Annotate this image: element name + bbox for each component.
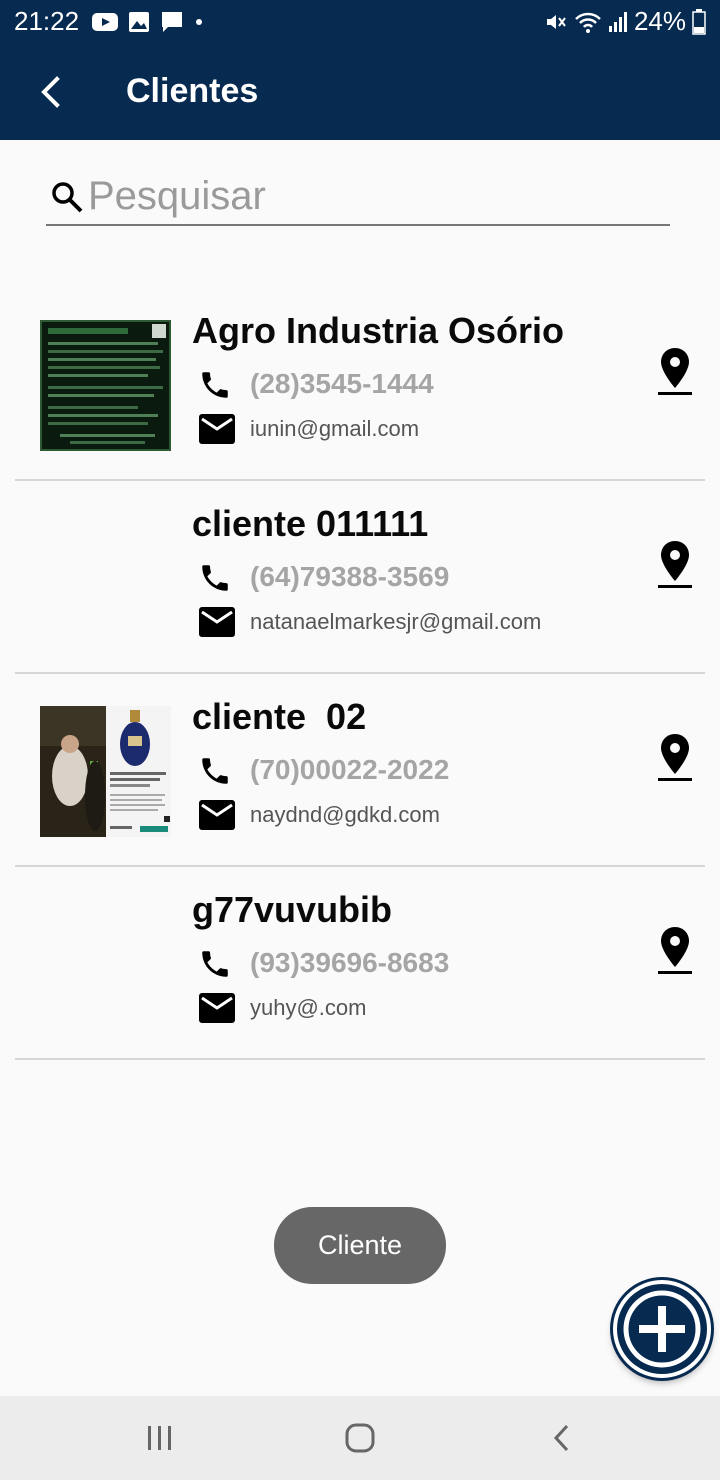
mute-icon: [546, 14, 566, 29]
plus-icon: [623, 1290, 701, 1368]
phone-icon: [202, 758, 228, 784]
client-email[interactable]: yuhy@.com: [250, 995, 366, 1021]
location-pin-icon[interactable]: [656, 732, 694, 784]
client-name: Agro Industria Osório: [192, 310, 565, 351]
add-client-button[interactable]: [613, 1280, 711, 1378]
app-bar: Clientes: [0, 44, 720, 140]
client-email[interactable]: naydnd@gdkd.com: [250, 802, 440, 828]
location-pin-icon[interactable]: [656, 539, 694, 591]
client-phone[interactable]: (93)39696-8683: [250, 947, 449, 979]
client-item[interactable]: g77vuvubib (93)39696-8683 yuhy@.com: [0, 867, 720, 1060]
battery-percent: 24%: [633, 6, 686, 36]
back-button[interactable]: [28, 70, 72, 114]
toast-message: Cliente: [274, 1207, 446, 1284]
home-icon: [345, 1423, 375, 1453]
client-phone[interactable]: (70)00022-2022: [250, 754, 449, 786]
client-item[interactable]: cliente 02 (70)00022-2022 naydnd@gdkd.co…: [0, 674, 720, 867]
system-back-button[interactable]: [542, 1418, 582, 1458]
phone-icon: [202, 565, 228, 591]
message-icon: [162, 12, 182, 32]
mail-icon: [199, 800, 235, 830]
phone-icon: [202, 951, 228, 977]
client-phone[interactable]: (28)3545-1444: [250, 368, 434, 400]
client-photo: [40, 320, 171, 451]
location-pin-icon[interactable]: [656, 925, 694, 977]
status-bar: 21:22 24%: [0, 0, 720, 44]
divider: [15, 1058, 705, 1060]
home-button[interactable]: [340, 1418, 380, 1458]
client-name: cliente 02: [192, 696, 367, 737]
image-icon: [129, 12, 149, 32]
client-item[interactable]: cliente 011111 (64)79388-3569 natanaelma…: [0, 481, 720, 674]
client-email[interactable]: natanaelmarkesjr@gmail.com: [250, 609, 541, 635]
client-photo: [40, 706, 171, 837]
client-phone[interactable]: (64)79388-3569: [250, 561, 449, 593]
battery-icon: [692, 8, 706, 35]
phone-icon: [202, 372, 228, 398]
dot-icon: [196, 19, 202, 25]
mail-icon: [199, 414, 235, 444]
mail-icon: [199, 993, 235, 1023]
client-item[interactable]: Agro Industria Osório (28)3545-1444 iuni…: [0, 288, 720, 481]
back-arrow-icon: [41, 76, 60, 108]
chevron-left-icon: [553, 1424, 569, 1452]
location-pin-icon[interactable]: [656, 346, 694, 398]
system-nav-bar: [0, 1396, 720, 1480]
client-list: Agro Industria Osório (28)3545-1444 iuni…: [0, 288, 720, 1060]
youtube-icon: [92, 13, 118, 31]
status-time: 21:22: [14, 6, 80, 36]
mail-icon: [199, 607, 235, 637]
signal-icon: [608, 11, 627, 32]
page-title: Clientes: [126, 72, 259, 110]
recent-apps-button[interactable]: [140, 1418, 180, 1458]
client-email[interactable]: iunin@gmail.com: [250, 416, 419, 442]
search-input[interactable]: [88, 170, 658, 222]
recent-apps-icon: [148, 1426, 171, 1450]
client-name: cliente 011111: [192, 503, 429, 544]
search-icon: [52, 182, 83, 213]
search-box: [46, 168, 670, 226]
client-name: g77vuvubib: [192, 889, 393, 930]
wifi-icon: [575, 12, 601, 33]
